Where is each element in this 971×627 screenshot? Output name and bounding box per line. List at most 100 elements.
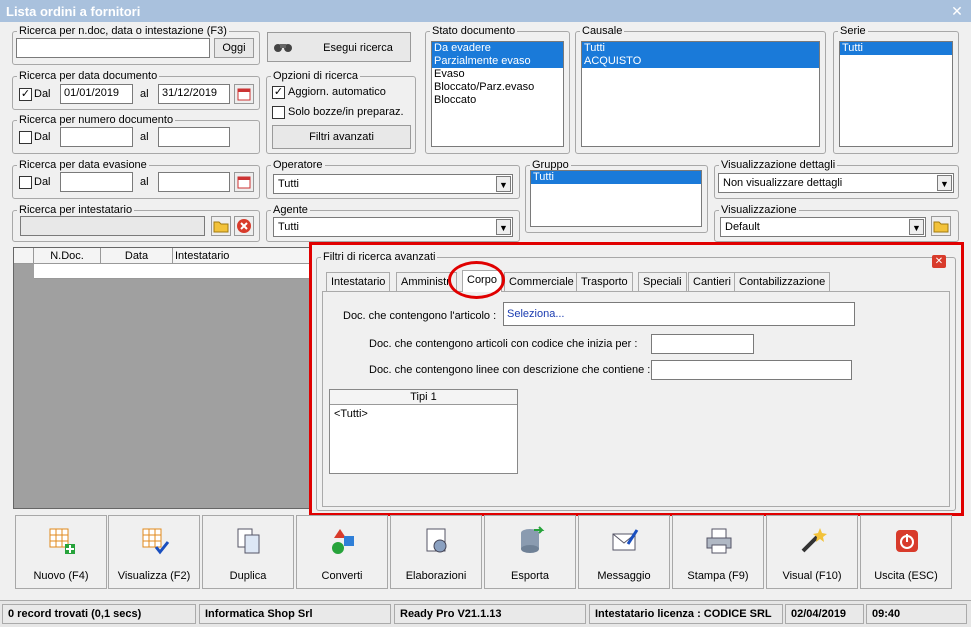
- tab-cantieri[interactable]: Cantieri: [688, 272, 736, 292]
- list-item[interactable]: ACQUISTO: [582, 55, 819, 68]
- chevron-down-icon[interactable]: ▼: [937, 175, 952, 191]
- esegui-ricerca-button[interactable]: Esegui ricerca: [267, 32, 411, 62]
- converti-label: Converti: [321, 570, 363, 582]
- causale-list[interactable]: Tutti ACQUISTO: [581, 41, 820, 147]
- column-header-intestatario[interactable]: Intestatario: [173, 248, 314, 264]
- tab-commerciale[interactable]: Commerciale: [504, 272, 579, 292]
- eva-date-legend: Ricerca per data evasione: [19, 159, 147, 171]
- uscita-button[interactable]: Uscita (ESC): [860, 515, 952, 589]
- printer-icon: [706, 528, 732, 554]
- doc-number-checkbox[interactable]: [19, 131, 32, 144]
- list-item[interactable]: Bloccato/Parz.evaso: [432, 81, 563, 94]
- advanced-filters-button[interactable]: Filtri avanzati: [272, 125, 411, 149]
- chevron-down-icon[interactable]: ▼: [909, 219, 924, 235]
- calendar-icon[interactable]: [234, 84, 254, 104]
- column-header-data[interactable]: Data: [101, 248, 173, 264]
- messaggio-button[interactable]: Messaggio: [578, 515, 670, 589]
- doc-number-from-label: Dal: [34, 131, 51, 143]
- art-select-input[interactable]: Seleziona...: [503, 302, 855, 326]
- tab-contabilizzazione[interactable]: Contabilizzazione: [734, 272, 831, 292]
- date-doc-from-input[interactable]: 01/01/2019: [60, 84, 133, 104]
- esporta-button[interactable]: Esporta: [484, 515, 576, 589]
- status-company: Informatica Shop Srl: [199, 604, 391, 624]
- eva-date-to-input[interactable]: [158, 172, 230, 192]
- esporta-label: Esporta: [511, 570, 549, 582]
- visual-label: Visual (F10): [782, 570, 842, 582]
- date-doc-to-label: al: [140, 88, 149, 100]
- results-grid[interactable]: N.Doc. Data Intestatario: [13, 247, 314, 509]
- tab-speciali[interactable]: Speciali: [638, 272, 687, 292]
- auto-update-checkbox[interactable]: ✓: [272, 86, 285, 99]
- stampa-button[interactable]: Stampa (F9): [672, 515, 764, 589]
- serie-legend: Serie: [840, 25, 866, 37]
- holder-legend: Ricerca per intestatario: [19, 204, 133, 216]
- list-item[interactable]: Bloccato: [432, 94, 563, 107]
- duplica-label: Duplica: [229, 570, 267, 582]
- vis-dettagli-value: Non visualizzare dettagli: [723, 177, 843, 189]
- close-icon[interactable]: ✕: [932, 255, 946, 268]
- code-input[interactable]: [651, 334, 754, 354]
- date-doc-checkbox[interactable]: ✓: [19, 88, 32, 101]
- tab-trasporto[interactable]: Trasporto: [576, 272, 633, 292]
- holder-input[interactable]: [20, 216, 205, 236]
- date-doc-to-input[interactable]: 31/12/2019: [158, 84, 230, 104]
- doc-number-from-input[interactable]: [60, 127, 133, 147]
- nuovo-label: Nuovo (F4): [33, 570, 89, 582]
- binoculars-icon: [274, 44, 292, 52]
- gruppo-list[interactable]: Tutti: [530, 170, 702, 227]
- chevron-down-icon[interactable]: ▼: [496, 219, 511, 235]
- vis-dettagli-select[interactable]: Non visualizzare dettagli ▼: [718, 173, 954, 193]
- list-item[interactable]: Tutti: [531, 171, 701, 184]
- advanced-filters-panel: Filtri di ricerca avanzati ✕ Intestatari…: [309, 242, 964, 516]
- visual-button[interactable]: Visual (F10): [766, 515, 858, 589]
- folder-icon[interactable]: [931, 216, 951, 236]
- list-item[interactable]: Evaso: [432, 68, 563, 81]
- desc-input[interactable]: [651, 360, 852, 380]
- eva-date-from-input[interactable]: [60, 172, 133, 192]
- status-version: Ready Pro V21.1.13: [394, 604, 586, 624]
- converti-button[interactable]: Converti: [296, 515, 388, 589]
- folder-icon[interactable]: [211, 216, 231, 236]
- mail-icon: [612, 529, 639, 551]
- close-icon[interactable]: ✕: [949, 3, 965, 19]
- tab-content-corpo: Doc. che contengono l'articolo : Selezio…: [322, 291, 950, 507]
- power-icon: [896, 530, 918, 552]
- doc-number-to-input[interactable]: [158, 127, 230, 147]
- agente-select[interactable]: Tutti ▼: [273, 217, 513, 237]
- oggi-button[interactable]: Oggi: [214, 38, 254, 58]
- column-header-ndoc[interactable]: N.Doc.: [34, 248, 101, 264]
- list-item[interactable]: Tutti: [582, 42, 819, 55]
- table-row[interactable]: [34, 264, 314, 279]
- list-item[interactable]: Da evadere: [432, 42, 563, 55]
- list-item[interactable]: <Tutti>: [330, 405, 517, 423]
- calendar-icon[interactable]: [234, 172, 254, 192]
- visualizza-label: Visualizza (F2): [117, 570, 191, 582]
- operatore-value: Tutti: [278, 178, 299, 190]
- eva-date-from-label: Dal: [34, 176, 51, 188]
- visualizzazione-select[interactable]: Default ▼: [720, 217, 926, 237]
- visualizza-button[interactable]: Visualizza (F2): [108, 515, 200, 589]
- chevron-down-icon[interactable]: ▼: [496, 176, 511, 192]
- elaborazioni-button[interactable]: Elaborazioni: [390, 515, 482, 589]
- eva-date-checkbox[interactable]: [19, 176, 32, 189]
- options-legend: Opzioni di ricerca: [273, 70, 358, 82]
- tipi-header: Tipi 1: [330, 390, 517, 405]
- search-text-legend: Ricerca per n.doc, data o intestazione (…: [19, 25, 227, 37]
- list-item[interactable]: Parzialmente evaso: [432, 55, 563, 68]
- tab-intestatario[interactable]: Intestatario: [326, 272, 391, 292]
- tipi-list[interactable]: Tipi 1 <Tutti>: [329, 389, 518, 474]
- status-records: 0 record trovati (0,1 secs): [2, 604, 196, 624]
- nuovo-button[interactable]: Nuovo (F4): [15, 515, 107, 589]
- serie-list[interactable]: Tutti: [839, 41, 953, 147]
- clear-icon[interactable]: [234, 216, 254, 236]
- list-item[interactable]: Tutti: [840, 42, 952, 55]
- operatore-legend: Operatore: [273, 159, 323, 171]
- operatore-select[interactable]: Tutti ▼: [273, 174, 513, 194]
- stato-list[interactable]: Da evadere Parzialmente evaso Evaso Bloc…: [431, 41, 564, 147]
- duplica-button[interactable]: Duplica: [202, 515, 294, 589]
- eva-date-to-label: al: [140, 176, 149, 188]
- status-bar: 0 record trovati (0,1 secs) Informatica …: [0, 600, 971, 627]
- art-label: Doc. che contengono l'articolo :: [343, 310, 497, 322]
- search-text-input[interactable]: [16, 38, 210, 58]
- draft-only-checkbox[interactable]: [272, 106, 285, 119]
